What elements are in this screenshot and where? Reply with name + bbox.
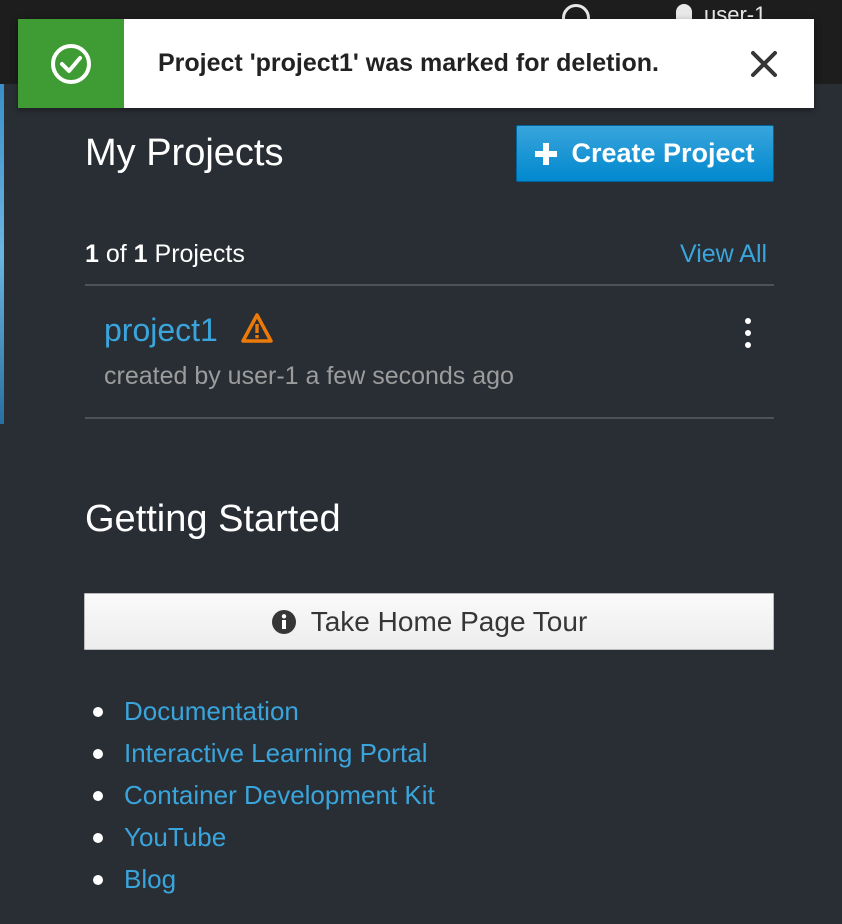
create-project-label: Create Project xyxy=(571,138,755,168)
getting-started-links: Documentation Interactive Learning Porta… xyxy=(85,690,435,900)
list-item: Documentation xyxy=(85,690,435,732)
getting-started-title: Getting Started xyxy=(85,498,341,540)
cdk-link[interactable]: Container Development Kit xyxy=(124,780,435,811)
project-actions-kebab-icon[interactable] xyxy=(740,318,756,348)
bullet-icon xyxy=(93,875,103,885)
projects-count-total: 1 xyxy=(133,240,148,268)
learning-portal-link[interactable]: Interactive Learning Portal xyxy=(124,738,428,769)
left-edge-decoration xyxy=(0,84,4,424)
take-tour-button[interactable]: Take Home Page Tour xyxy=(84,593,774,650)
close-icon[interactable] xyxy=(750,50,778,78)
warning-triangle-icon xyxy=(241,313,273,343)
list-item: Blog xyxy=(85,858,435,900)
toast-message: Project 'project1' was marked for deleti… xyxy=(158,49,659,77)
projects-count-current: 1 xyxy=(85,240,99,268)
divider xyxy=(85,417,774,419)
blog-link[interactable]: Blog xyxy=(124,864,176,895)
list-item: Interactive Learning Portal xyxy=(85,732,435,774)
toast-close-button[interactable] xyxy=(744,44,784,84)
toast-notification: Project 'project1' was marked for deleti… xyxy=(18,19,814,108)
youtube-link[interactable]: YouTube xyxy=(124,822,226,853)
project-meta: created by user-1 a few seconds ago xyxy=(104,362,514,390)
bullet-icon xyxy=(93,791,103,801)
check-circle-icon xyxy=(51,43,91,84)
project-link[interactable]: project1 xyxy=(104,312,218,349)
my-projects-title: My Projects xyxy=(85,132,284,174)
create-project-button[interactable]: Create Project xyxy=(516,125,774,182)
toast-status-area xyxy=(18,19,124,108)
bullet-icon xyxy=(93,749,103,759)
projects-count-suffix: Projects xyxy=(154,240,245,268)
documentation-link[interactable]: Documentation xyxy=(124,696,299,727)
info-icon xyxy=(271,609,296,634)
projects-count-of: of xyxy=(105,240,127,268)
list-item: Container Development Kit xyxy=(85,774,435,816)
bullet-icon xyxy=(93,707,103,717)
view-all-link[interactable]: View All xyxy=(680,240,767,269)
take-tour-label: Take Home Page Tour xyxy=(310,605,588,637)
divider xyxy=(85,284,774,286)
bullet-icon xyxy=(93,833,103,843)
list-item: YouTube xyxy=(85,816,435,858)
plus-icon xyxy=(535,142,558,165)
projects-count: 1 of 1 Projects xyxy=(85,240,245,269)
